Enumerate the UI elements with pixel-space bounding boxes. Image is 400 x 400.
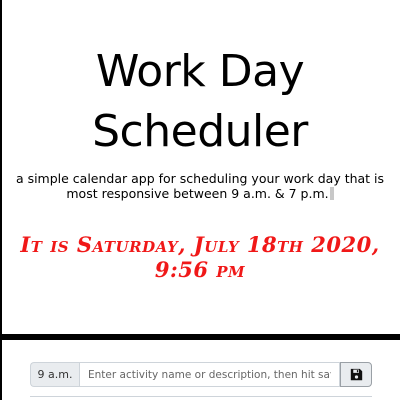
activity-input[interactable]: [79, 362, 340, 387]
time-block-row: 9 a.m.: [30, 362, 372, 387]
text-cursor: [329, 187, 334, 200]
current-day: It is Saturday, July 18th 2020, 9:56 pm: [20, 232, 380, 282]
page-header: Work Day Scheduler a simple calendar app…: [0, 0, 400, 335]
header-divider: [0, 334, 400, 340]
next-time-block: [30, 396, 372, 400]
hour-label: 9 a.m.: [30, 362, 79, 387]
page-title: Work Day Scheduler: [92, 46, 308, 157]
floppy-disk-icon: [350, 368, 362, 381]
lead-text: a simple calendar app for scheduling you…: [10, 171, 390, 201]
save-button[interactable]: [340, 362, 372, 387]
